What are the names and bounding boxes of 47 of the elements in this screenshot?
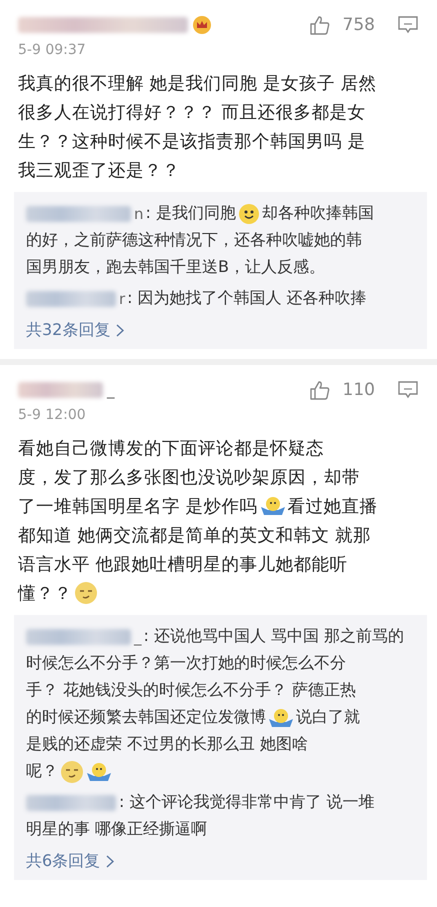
thumbs-up-icon[interactable] xyxy=(308,14,331,36)
comment-text: 手？ 花她钱没头的时候怎么不分手？ 萨德正热 xyxy=(26,680,356,701)
shrug-emoji-icon xyxy=(260,494,286,516)
shrug-emoji-icon xyxy=(86,760,112,782)
smiley-icon xyxy=(238,202,260,224)
chevron-right-icon xyxy=(106,855,114,868)
comment-text: : 因为她找了个韩国人 还各种吹捧 xyxy=(127,288,367,309)
comment-text: 我真的很不理解 她是我们同胞 是女孩子 居然 xyxy=(18,72,377,94)
comment-text: : 还说他骂中国人 骂中国 那之前骂的 xyxy=(144,626,404,647)
comment-text: 生？？这种时候不是该指责那个韩国男吗 是 xyxy=(18,130,366,152)
comment-icon[interactable] xyxy=(397,380,419,400)
username: _ xyxy=(134,628,142,646)
comment-icon[interactable] xyxy=(397,15,419,35)
comment-text: 看过她直播 xyxy=(288,496,378,518)
more-replies-link[interactable]: 共32条回复 xyxy=(26,320,124,341)
comment-text: 明星的事 哪像正经撕逼啊 xyxy=(26,819,208,840)
username: _ xyxy=(107,381,114,399)
comment-text: 却各种吹捧韩国 xyxy=(262,203,374,224)
face-icon xyxy=(74,580,98,604)
comment-time: 5-9 09:37 xyxy=(18,42,87,58)
comment-text: 时候怎么不分手？第一次打她的时候怎么不分 xyxy=(26,653,346,674)
like-count: 758 xyxy=(342,15,375,35)
more-replies-link[interactable]: 共6条回复 xyxy=(26,851,114,872)
comment-text: 呢？ xyxy=(26,761,58,782)
username: n xyxy=(134,204,144,222)
comment-text: 懂？？ xyxy=(18,582,72,604)
comment-text: 很多人在说打得好？？？ 而且还很多都是女 xyxy=(18,102,366,124)
comment-text: 看她自己微博发的下面评论都是怀疑态 xyxy=(18,438,324,460)
comment-text: 语言水平 他跟她吐槽明星的事儿她都能听 xyxy=(18,554,348,576)
like-count: 110 xyxy=(342,380,375,400)
comment-text: 是贱的还虚荣 不过男的长那么丑 她图啥 xyxy=(26,734,308,755)
comment-text: 的好，之前萨德这种情况下，还各种吹嘘她的韩 xyxy=(26,230,362,251)
comment-text: 我三观歪了还是？？ xyxy=(18,160,180,182)
comment-text: : 是我们同胞 xyxy=(146,203,236,224)
chevron-right-icon xyxy=(116,324,124,337)
thumbs-up-icon[interactable] xyxy=(308,379,331,401)
comment-text: 说白了就 xyxy=(296,707,360,728)
comment-text: 都知道 她俩交流都是简单的英文和韩文 就那 xyxy=(18,524,372,546)
username: r xyxy=(119,290,126,308)
comment-text: 了一堆韩国明星名字 是炒作吗 xyxy=(18,496,258,518)
comment-text: 的时候还频繁去韩国还定位发微博 xyxy=(26,707,266,728)
comment-text: 度，发了那么多张图也没说吵架原因，却带 xyxy=(18,466,360,488)
comment-text: : 这个评论我觉得非常中肯了 说一堆 xyxy=(119,792,375,813)
comment-text: 国男朋友，跑去韩国千里送B，让人反感。 xyxy=(26,257,325,278)
shrug-emoji-icon xyxy=(268,706,294,728)
comment-time: 5-9 12:00 xyxy=(18,407,87,423)
face-icon xyxy=(60,760,84,784)
